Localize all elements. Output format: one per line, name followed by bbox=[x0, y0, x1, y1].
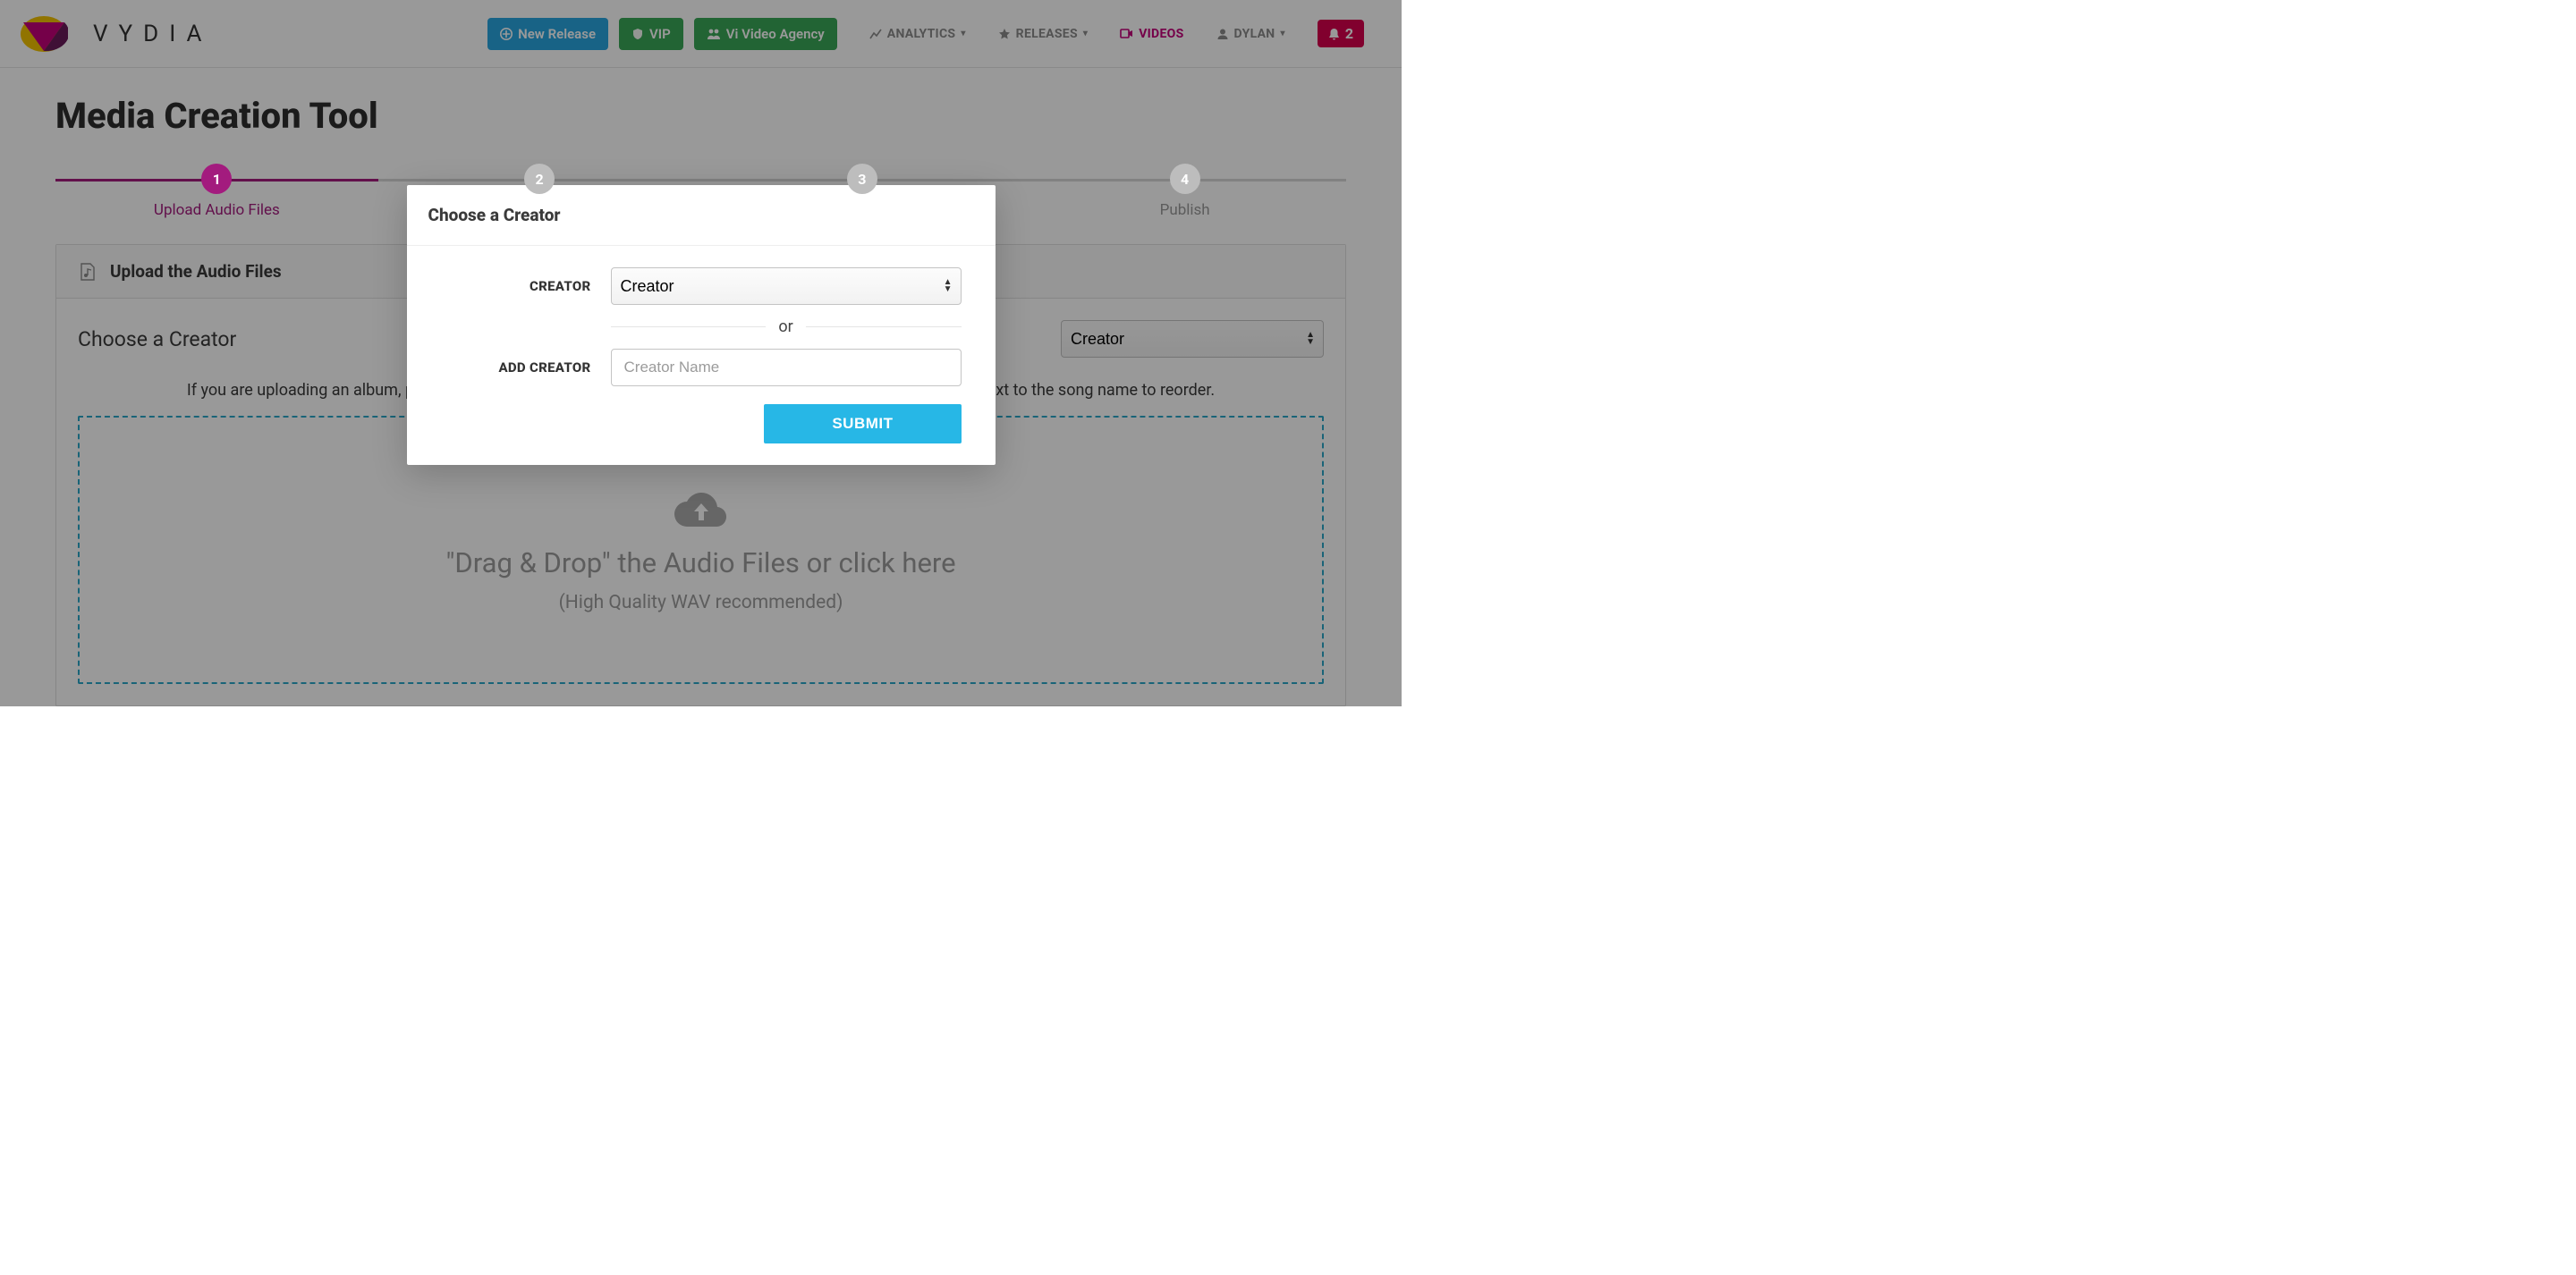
or-divider: or bbox=[611, 317, 962, 336]
add-creator-field-label: ADD CREATOR bbox=[432, 359, 591, 376]
modal-header: Choose a Creator bbox=[407, 185, 996, 246]
step-bubble: 2 bbox=[524, 164, 555, 194]
creator-field-label: CREATOR bbox=[432, 278, 591, 294]
modal-body: CREATOR Creator ▲▼ or ADD CREATOR bbox=[407, 246, 996, 465]
modal-overlay[interactable]: Choose a Creator CREATOR Creator ▲▼ or A… bbox=[0, 0, 1402, 706]
modal-creator-select[interactable]: Creator bbox=[611, 267, 962, 305]
or-text: or bbox=[778, 317, 792, 336]
modal-title: Choose a Creator bbox=[428, 205, 974, 225]
creator-name-input[interactable] bbox=[611, 349, 962, 386]
choose-creator-modal: Choose a Creator CREATOR Creator ▲▼ or A… bbox=[407, 185, 996, 465]
submit-button[interactable]: SUBMIT bbox=[764, 404, 961, 443]
step-bubble: 3 bbox=[847, 164, 877, 194]
step-bubble: 4 bbox=[1170, 164, 1200, 194]
